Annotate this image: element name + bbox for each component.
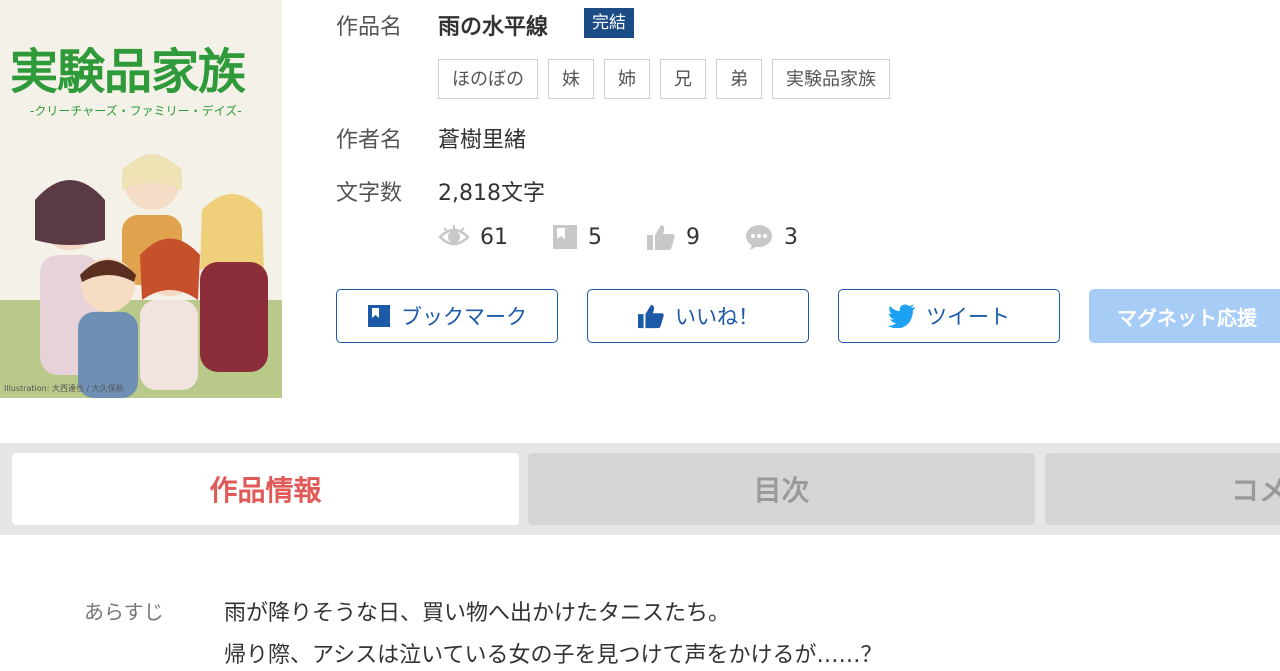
char-count: 2,818文字 bbox=[438, 181, 545, 206]
thumbs-up-icon bbox=[638, 304, 664, 329]
tweet-button-label: ツイート bbox=[926, 305, 1010, 329]
cover-subtitle: -クリーチャーズ・ファミリー・デイズ- bbox=[30, 104, 242, 118]
tag-item[interactable]: 弟 bbox=[716, 59, 762, 99]
tag-item[interactable]: 妹 bbox=[548, 59, 594, 99]
tab-comments[interactable]: コメント bbox=[1045, 453, 1280, 525]
tag-item[interactable]: ほのぼの bbox=[438, 59, 538, 99]
cover-credit: Illustration: 大西達也 / 大久保新 bbox=[4, 384, 124, 393]
like-button[interactable]: いいね！ bbox=[587, 289, 809, 343]
title-label: 作品名 bbox=[336, 15, 403, 40]
likes-count: 9 bbox=[686, 224, 700, 250]
tag-list: ほのぼの 妹 姉 兄 弟 実験品家族 bbox=[438, 59, 890, 99]
bookmark-icon bbox=[553, 225, 577, 249]
twitter-icon bbox=[888, 304, 915, 328]
stats-row: 61 5 9 3 bbox=[438, 223, 842, 251]
magnet-support-button[interactable]: マグネット応援 bbox=[1089, 289, 1280, 343]
eye-icon bbox=[438, 225, 470, 246]
status-badge: 完結 bbox=[584, 8, 634, 38]
bookmarks-stat: 5 bbox=[552, 224, 602, 250]
cover-title: 実験品家族 bbox=[10, 44, 246, 100]
author-label: 作者名 bbox=[336, 128, 403, 153]
comments-count: 3 bbox=[784, 224, 798, 250]
tag-item[interactable]: 実験品家族 bbox=[772, 59, 890, 99]
tab-bar: 作品情報 目次 コメント bbox=[0, 443, 1280, 535]
bookmark-button[interactable]: ブックマーク bbox=[336, 289, 558, 343]
comments-stat: 3 bbox=[744, 223, 798, 251]
bookmark-button-label: ブックマーク bbox=[401, 305, 527, 329]
tag-item[interactable]: 姉 bbox=[604, 59, 650, 99]
author-name[interactable]: 蒼樹里緒 bbox=[438, 122, 526, 154]
synopsis-label: あらすじ bbox=[84, 600, 164, 624]
synopsis-line: 帰り際、アシスは泣いている女の子を見つけて声をかけるが……？ bbox=[224, 643, 883, 668]
synopsis-line: 雨が降りそうな日、買い物へ出かけたタニスたち。 bbox=[224, 601, 731, 626]
cover-image: 実験品家族 -クリーチャーズ・ファミリー・デイズ- Illustration: … bbox=[0, 0, 282, 398]
comment-icon bbox=[746, 225, 772, 250]
thumbs-up-icon bbox=[647, 225, 675, 250]
tag-item[interactable]: 兄 bbox=[660, 59, 706, 99]
chars-label: 文字数 bbox=[336, 181, 403, 206]
likes-stat: 9 bbox=[646, 223, 700, 251]
bookmark-icon bbox=[368, 305, 390, 327]
work-title: 雨の水平線 bbox=[438, 15, 549, 40]
views-count: 61 bbox=[480, 224, 508, 250]
tab-work-info[interactable]: 作品情報 bbox=[12, 453, 519, 525]
tab-table-of-contents[interactable]: 目次 bbox=[528, 453, 1035, 525]
bookmarks-count: 5 bbox=[588, 224, 602, 250]
tweet-button[interactable]: ツイート bbox=[838, 289, 1060, 343]
views-stat: 61 bbox=[438, 225, 508, 250]
like-button-label: いいね！ bbox=[675, 305, 759, 329]
